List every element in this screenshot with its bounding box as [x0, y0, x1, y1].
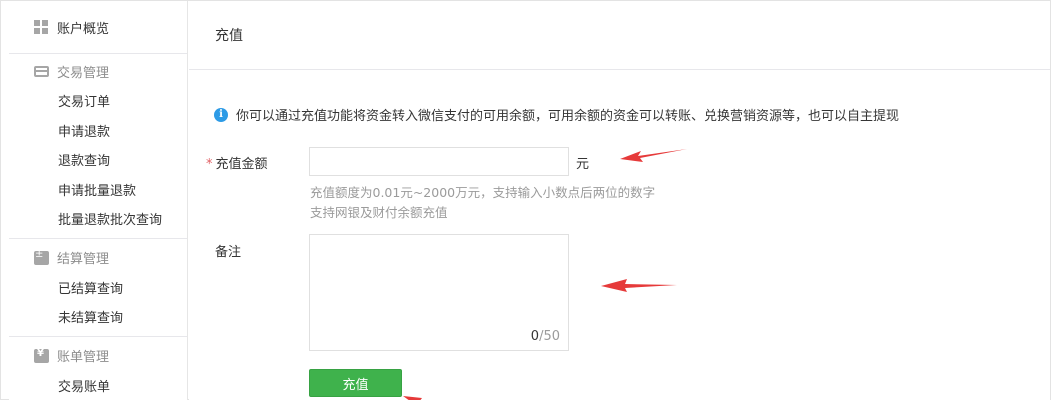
sidebar-item-settled-query[interactable]: 已结算查询 — [9, 273, 187, 303]
sidebar-item-label: 已结算查询 — [58, 281, 124, 297]
sidebar-item-batch-refund-query[interactable]: 批量退款批次查询 — [9, 204, 187, 234]
main-panel: 充值 i 你可以通过充值功能将资金转入微信支付的可用余额，可用余额的资金可以转账… — [189, 1, 1050, 400]
sidebar-item-batch-refund[interactable]: 申请批量退款 — [9, 175, 187, 205]
char-max: /50 — [539, 329, 560, 344]
bill-icon — [34, 348, 49, 363]
sidebar-item-overview[interactable]: 账户概览 — [9, 1, 187, 53]
required-mark: * — [206, 157, 213, 172]
amount-label-row: * 充值金额 — [206, 153, 268, 172]
info-icon: i — [214, 107, 228, 122]
sidebar-item-trade-orders[interactable]: 交易订单 — [9, 86, 187, 116]
amount-input[interactable] — [309, 147, 569, 176]
sidebar-item-label: 交易账单 — [58, 379, 111, 395]
page-title: 充值 — [189, 1, 1050, 70]
sidebar-item-unsettled-query[interactable]: 未结算查询 — [9, 302, 187, 332]
calculator-icon — [34, 249, 49, 265]
remark-textarea[interactable]: 0/50 — [309, 234, 569, 351]
sidebar-item-apply-refund[interactable]: 申请退款 — [9, 116, 187, 146]
character-counter: 0/50 — [531, 329, 560, 344]
recharge-button[interactable]: 充值 — [309, 369, 402, 397]
window: 账户概览 交易管理 交易订单 申请退款 退款查询 申请批量退款 批量退款批次查询… — [0, 0, 1051, 400]
char-count: 0 — [530, 329, 540, 344]
grid-icon — [34, 20, 49, 34]
amount-label: 充值金额 — [215, 157, 268, 172]
sidebar-group-label: 结算管理 — [57, 252, 110, 267]
sidebar-item-label: 账户概览 — [57, 21, 110, 37]
sidebar-group-bills: 账单管理 交易账单 — [9, 337, 187, 400]
sidebar-group-trade: 交易管理 交易订单 申请退款 退款查询 申请批量退款 批量退款批次查询 — [9, 54, 187, 239]
remark-label: 备注 — [215, 245, 242, 260]
card-icon — [34, 65, 49, 77]
sidebar-group-settlement: 结算管理 已结算查询 未结算查询 — [9, 239, 187, 337]
sidebar-group-heading: 交易管理 — [9, 56, 187, 86]
amount-hint: 充值额度为0.01元~2000万元，支持输入小数点后两位的数字 — [310, 185, 656, 200]
notice-text: 你可以通过充值功能将资金转入微信支付的可用余额，可用余额的资金可以转账、兑换营销… — [236, 109, 900, 124]
sidebar-item-label: 交易订单 — [58, 95, 111, 111]
sidebar-item-label: 申请批量退款 — [58, 183, 137, 199]
sidebar-group-heading: 结算管理 — [9, 243, 187, 273]
sidebar-group-heading: 账单管理 — [9, 341, 187, 371]
sidebar: 账户概览 交易管理 交易订单 申请退款 退款查询 申请批量退款 批量退款批次查询… — [9, 1, 188, 400]
sidebar-group-label: 交易管理 — [57, 65, 110, 81]
sidebar-item-refund-query[interactable]: 退款查询 — [9, 145, 187, 175]
sidebar-item-label: 申请退款 — [58, 124, 111, 140]
sidebar-item-label: 未结算查询 — [58, 311, 124, 327]
sidebar-item-label: 退款查询 — [58, 154, 111, 170]
payment-method-hint: 支持网银及财付余额充值 — [310, 205, 448, 220]
sidebar-item-label: 批量退款批次查询 — [58, 213, 163, 229]
sidebar-group-label: 账单管理 — [57, 350, 110, 365]
sidebar-item-trade-bill[interactable]: 交易账单 — [9, 371, 187, 400]
sidebar-overview-group: 账户概览 — [9, 1, 187, 54]
info-notice: i 你可以通过充值功能将资金转入微信支付的可用余额，可用余额的资金可以转账、兑换… — [214, 105, 899, 124]
amount-unit: 元 — [576, 157, 590, 172]
